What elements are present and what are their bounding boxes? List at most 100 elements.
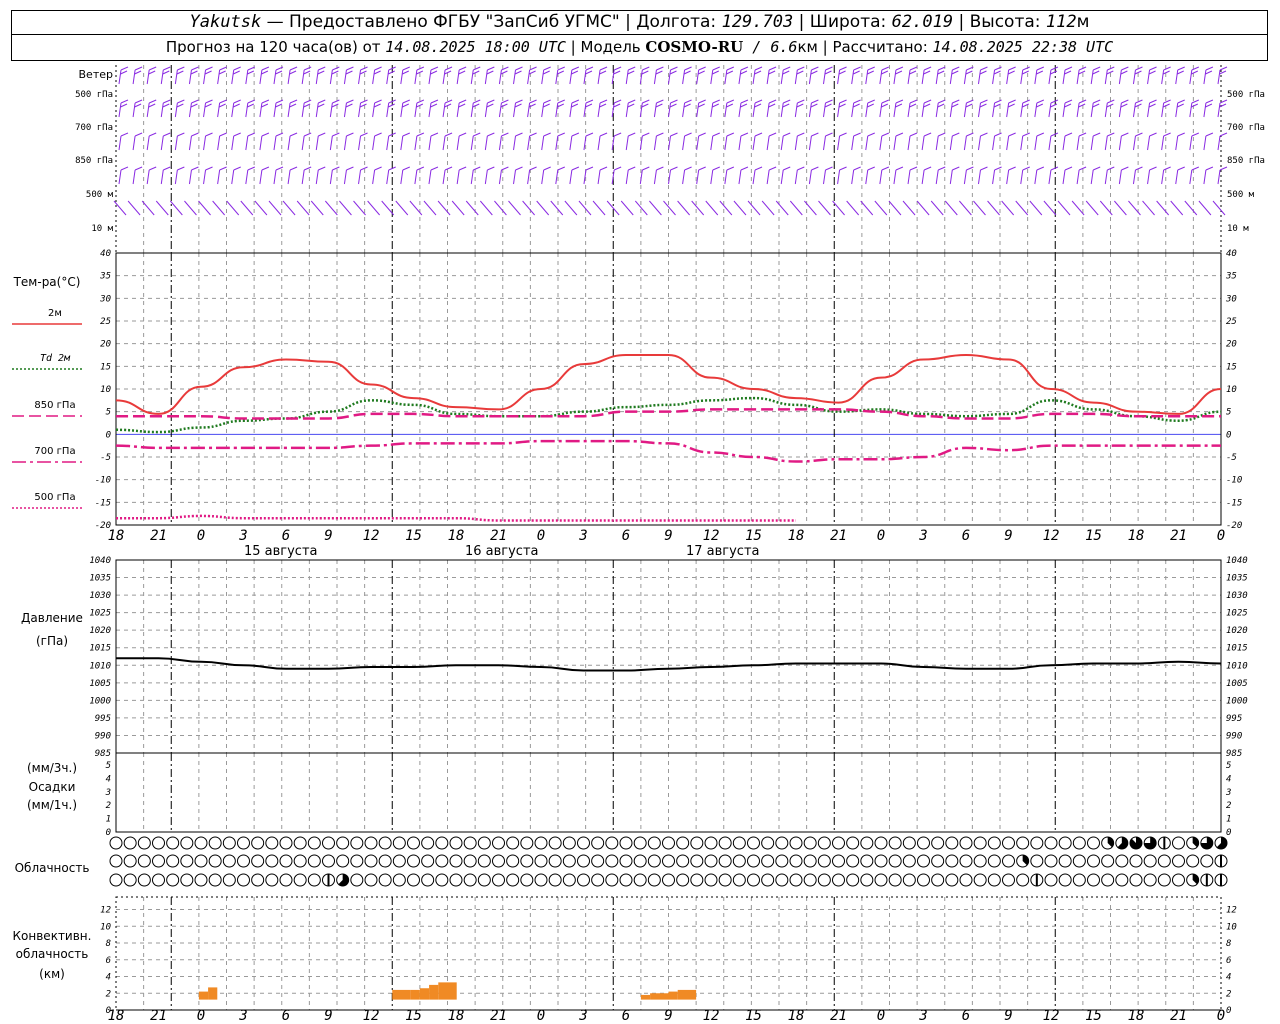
wind-barb-0: [245, 66, 256, 85]
barb-shaft: [893, 169, 897, 185]
barb-flag: [1007, 70, 1015, 75]
wind-barb-1: [977, 99, 988, 118]
wind-barb-2: [245, 132, 256, 151]
barb-flag: [938, 166, 946, 171]
cloud-circle: [180, 873, 194, 887]
cloud-symbol-middle: [1115, 854, 1129, 868]
barb-flag: [923, 99, 932, 104]
barb-flag: [952, 66, 960, 71]
temp-xtick: 3: [238, 528, 247, 544]
wind-barb-0: [259, 66, 270, 85]
barb-flag: [176, 70, 184, 75]
cloud-circle: [293, 873, 307, 887]
barb-flag: [670, 132, 678, 137]
cloud-circle: [137, 854, 151, 868]
barb-shaft: [479, 200, 493, 216]
barb-shaft: [456, 169, 460, 185]
barb-shaft: [1020, 169, 1024, 185]
barb-shaft: [1175, 169, 1179, 185]
barb-shaft: [1006, 169, 1010, 185]
barb-flag: [473, 132, 481, 137]
barb-shaft: [775, 200, 789, 216]
barb-shaft: [1076, 135, 1080, 151]
barb-shaft: [766, 102, 770, 118]
barb-flag: [1148, 103, 1156, 108]
barb-flag: [177, 99, 185, 104]
barb-shaft: [245, 169, 249, 185]
wind-barb-0: [1175, 66, 1185, 85]
wind-barb-1: [470, 99, 481, 118]
barb-flag: [1177, 99, 1185, 104]
barb-flag: [1205, 103, 1213, 108]
temp-ytick-right: 15: [1226, 362, 1237, 372]
cloud-symbol-middle: [421, 854, 435, 868]
cloud-symbol-upper: [775, 836, 789, 850]
cloud-circle: [109, 836, 123, 850]
barb-shaft: [146, 169, 150, 185]
cloud-circle: [1058, 854, 1072, 868]
cloud-symbol-lower: [803, 873, 817, 887]
wind-barb-2: [1034, 132, 1045, 151]
cloud-circle: [180, 836, 194, 850]
barb-flag: [120, 99, 129, 104]
wind-barb-0: [1090, 66, 1101, 85]
barb-flag: [1149, 132, 1157, 137]
barb-shaft: [541, 69, 545, 85]
barb-shaft: [916, 200, 930, 216]
wind-barb-2: [949, 132, 960, 151]
wind-barb-0: [188, 66, 199, 85]
cloud-circle: [803, 836, 817, 850]
barb-flag: [1135, 99, 1143, 104]
temp-ytick-right: -15: [1226, 498, 1242, 508]
barb-flag: [684, 132, 692, 137]
barb-shaft: [367, 200, 380, 216]
cloud-circle: [789, 836, 803, 850]
barb-shaft: [1161, 135, 1165, 151]
barb-shaft: [301, 135, 305, 151]
cloud-symbol-middle: [208, 854, 222, 868]
cloud-symbol-lower: [477, 873, 491, 887]
barb-shaft: [442, 102, 446, 118]
cloud-circle: [392, 854, 406, 868]
pressure-ytick-left: 1025: [89, 609, 111, 619]
cloud-symbol-lower: [917, 873, 930, 887]
cloud-symbol-upper: [449, 836, 463, 850]
barb-flag: [1149, 99, 1157, 104]
cloud-circle: [123, 836, 137, 850]
barb-shaft: [973, 200, 986, 216]
barb-shaft: [1090, 102, 1094, 118]
wind-barb-0: [822, 66, 833, 85]
barb-shaft: [1161, 169, 1165, 185]
cloud-symbol-upper: [265, 836, 279, 850]
cloud-circle: [888, 873, 902, 887]
wind-barb-4: [324, 200, 338, 216]
barb-shaft: [930, 200, 944, 216]
wind-barb-2: [386, 132, 396, 151]
barb-flag: [487, 66, 495, 71]
barb-shaft: [287, 102, 291, 118]
barb-flag: [318, 166, 326, 171]
wind-barb-3: [329, 166, 340, 185]
barb-flag: [1064, 66, 1073, 71]
barb-shaft: [160, 102, 164, 118]
cloud-circle: [874, 836, 888, 850]
cloud-circle: [407, 873, 420, 887]
barb-shaft: [414, 69, 418, 85]
temp-ytick-left: 10: [100, 385, 111, 395]
cloud-circle: [860, 873, 874, 887]
barb-shaft: [231, 69, 235, 85]
wind-barb-4: [860, 200, 874, 216]
cloud-circle: [237, 873, 250, 887]
barb-flag: [1121, 166, 1129, 171]
cloud-symbol-middle: [492, 854, 505, 868]
cloud-circle: [1002, 836, 1015, 850]
barb-flag: [952, 166, 960, 171]
barb-flag: [768, 166, 777, 171]
wind-barb-0: [118, 66, 129, 85]
cloud-symbol-middle: [562, 854, 576, 868]
barb-shaft: [555, 135, 559, 151]
cloud-symbol-lower: [832, 873, 845, 887]
wind-barb-4: [536, 200, 550, 216]
cloud-circle: [633, 873, 647, 887]
cloud-symbol-upper: [222, 836, 236, 850]
